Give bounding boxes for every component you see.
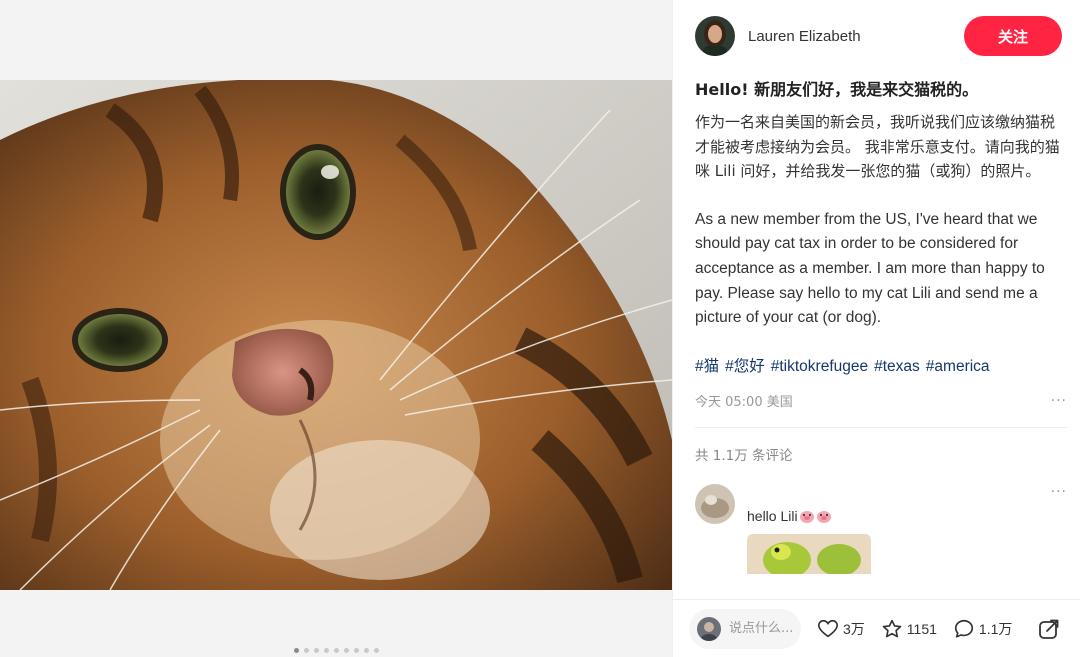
like-count: 3万: [843, 620, 865, 637]
post-more-icon[interactable]: ···: [1051, 393, 1067, 409]
comment-count: 共 1.1万 条评论: [695, 447, 793, 464]
author-avatar[interactable]: [695, 16, 735, 56]
post-body-chinese: 作为一名来自美国的新会员，我听说我们应该缴纳猫税才能被考虑接纳为会员。 我非常乐…: [695, 113, 1060, 181]
comment-count-action: 1.1万: [978, 620, 1013, 637]
comment-text-content: hello Lili: [747, 507, 798, 524]
gallery-dot[interactable]: [313, 648, 319, 653]
user-avatar: [697, 616, 721, 641]
comment-input[interactable]: [729, 621, 801, 636]
heart-icon: [818, 619, 838, 637]
gallery-dot[interactable]: [323, 648, 329, 653]
post-photo-cat[interactable]: [0, 80, 672, 590]
author-name[interactable]: Lauren Elizabeth: [748, 28, 861, 45]
pig-emoji-icon: [816, 509, 832, 523]
hashtag-link[interactable]: #america: [926, 355, 990, 379]
gallery-dot[interactable]: [373, 648, 379, 653]
hashtag-link[interactable]: #您好: [725, 355, 765, 379]
comment-text: hello Lili: [747, 508, 871, 524]
share-icon: [1039, 619, 1059, 639]
comment-item: hello Lili ···: [695, 483, 1067, 574]
gallery-dot[interactable]: [303, 648, 309, 653]
gallery-dot[interactable]: [353, 648, 359, 653]
media-viewer[interactable]: [0, 0, 672, 657]
like-button[interactable]: 3万: [817, 618, 865, 640]
post-body-english: As a new member from the US, I've heard …: [695, 210, 1050, 327]
gallery-dot[interactable]: [363, 648, 369, 653]
comment-more-icon[interactable]: ···: [1051, 484, 1067, 500]
comment-button[interactable]: 1.1万: [953, 618, 1012, 640]
author-row: Lauren Elizabeth 关注: [695, 16, 1062, 56]
favorite-count: 1151: [906, 620, 937, 637]
comment-image[interactable]: [747, 533, 871, 574]
bottom-action-bar: 3万 1151 1.1万: [673, 599, 1080, 657]
hashtag-link[interactable]: #猫: [695, 355, 719, 379]
share-button[interactable]: [1037, 617, 1065, 641]
post-detail-panel: Lauren Elizabeth 关注 Hello! 新朋友们好，我是来交猫税的…: [672, 0, 1080, 657]
post-meta: 今天 05:00 美国 ···: [695, 389, 1067, 413]
comment-body: hello Lili: [747, 484, 871, 574]
comment-input-pill[interactable]: [689, 608, 801, 649]
gallery-dot[interactable]: [293, 648, 299, 653]
gallery-dots[interactable]: [0, 648, 672, 653]
hashtag-link[interactable]: #tiktokrefugee: [771, 355, 868, 379]
hashtag-link[interactable]: #texas: [874, 355, 920, 379]
gallery-dot[interactable]: [333, 648, 339, 653]
post-title: Hello! 新朋友们好，我是来交猫税的。: [695, 80, 979, 99]
pig-emoji-icon: [799, 509, 815, 523]
post-timestamp-location: 今天 05:00 美国: [695, 395, 793, 411]
gallery-dot[interactable]: [343, 648, 349, 653]
comment-icon: [954, 619, 973, 638]
hashtag-list: #猫 #您好 #tiktokrefugee #texas #america: [695, 355, 1067, 379]
divider: [695, 426, 1067, 428]
favorite-button[interactable]: 1151: [881, 618, 937, 640]
post-content: Hello! 新朋友们好，我是来交猫税的。 作为一名来自美国的新会员，我听说我们…: [695, 76, 1067, 600]
star-icon: [882, 619, 902, 637]
commenter-avatar[interactable]: [695, 483, 735, 524]
follow-button[interactable]: 关注: [964, 16, 1062, 56]
